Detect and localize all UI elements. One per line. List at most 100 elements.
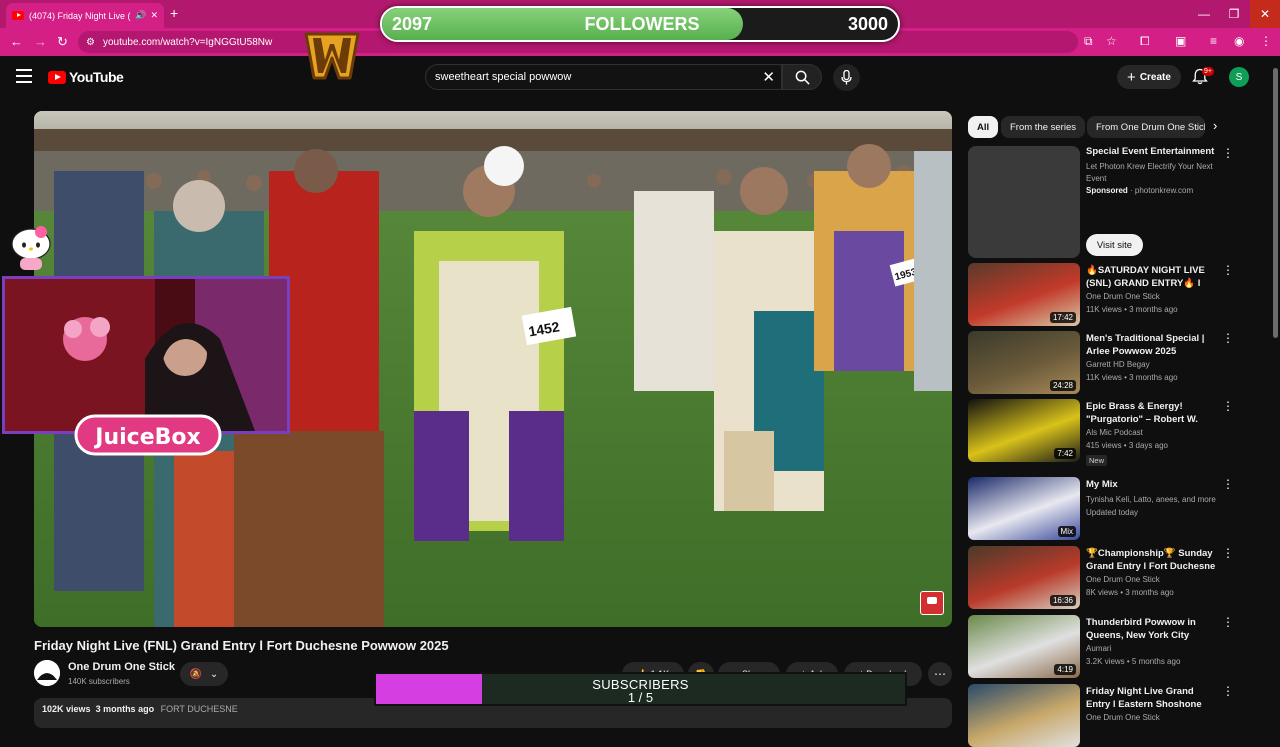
rec-channel[interactable]: One Drum One Stick <box>1086 713 1160 722</box>
rec-title[interactable]: Men's Traditional Special | Arlee Powwow… <box>1086 332 1220 358</box>
juicebox-logo: JuiceBox <box>74 414 222 456</box>
search-button[interactable] <box>782 64 822 90</box>
ad-title[interactable]: Special Event Entertainment <box>1086 146 1214 157</box>
rec-thumbnail[interactable]: 24:28 <box>968 331 1080 394</box>
rec-thumbnail[interactable] <box>968 684 1080 747</box>
rec-channel[interactable]: One Drum One Stick <box>1086 575 1160 584</box>
rec-title[interactable]: Friday Night Live Grand Entry l Eastern … <box>1086 685 1220 711</box>
account-avatar[interactable]: S <box>1229 67 1249 87</box>
streamer-webcam <box>2 276 290 434</box>
restore-icon[interactable]: ❐ <box>1219 0 1249 28</box>
rec-menu-icon[interactable]: ⋮ <box>1222 615 1234 629</box>
rec-stats: 3.2K views • 5 months ago <box>1086 657 1181 666</box>
rec-channel[interactable]: Als Mic Podcast <box>1086 428 1143 437</box>
extensions-icon[interactable]: ⧠ <box>1140 34 1150 49</box>
browser-tab[interactable]: (4074) Friday Night Live (FNL) G 🔊 ✕ <box>6 3 164 28</box>
rec-menu-icon[interactable]: ⋮ <box>1222 331 1234 345</box>
notification-count-badge: 9+ <box>1202 67 1214 76</box>
rec-menu-icon[interactable]: ⋮ <box>1222 263 1234 277</box>
tab-title: (4074) Friday Night Live (FNL) G <box>29 10 131 21</box>
followers-goal-bar: 2097 FOLLOWERS 3000 <box>380 6 900 42</box>
rec-channel[interactable]: Aumari <box>1086 644 1111 653</box>
rec-title[interactable]: 🏆Championship🏆 Sunday Grand Entry l Fort… <box>1086 547 1220 573</box>
menu-icon[interactable] <box>16 69 32 87</box>
media-controls-icon[interactable]: ≡ <box>1210 34 1217 48</box>
rec-title[interactable]: My Mix <box>1086 478 1220 491</box>
rec-title[interactable]: 🔥SATURDAY NIGHT LIVE (SNL) GRAND ENTRY🔥 … <box>1086 264 1220 290</box>
followers-label: FOLLOWERS <box>584 14 700 34</box>
rec-thumbnail[interactable]: Mix <box>968 477 1080 540</box>
youtube-header: YouTube sweetheart special powwow ✕ + Cr… <box>0 56 1270 100</box>
ad-menu-icon[interactable]: ⋮ <box>1222 146 1234 160</box>
rec-thumbnail[interactable]: 7:42 <box>968 399 1080 462</box>
chevron-down-icon: ⌄ <box>209 668 219 680</box>
subscribers-goal-bar: SUBSCRIBERS 1 / 5 <box>374 672 907 706</box>
ad-thumbnail[interactable] <box>968 146 1080 258</box>
channel-watermark-icon[interactable] <box>920 591 944 615</box>
rec-menu-icon[interactable]: ⋮ <box>1222 477 1234 491</box>
rec-thumbnail[interactable]: 4:19 <box>968 615 1080 678</box>
rec-channel[interactable]: One Drum One Stick <box>1086 292 1160 301</box>
page-scrollbar[interactable] <box>1271 56 1280 720</box>
chip-all[interactable]: All <box>968 116 999 138</box>
new-badge: New <box>1086 455 1108 466</box>
new-tab-icon[interactable]: + <box>170 5 178 21</box>
youtube-favicon-icon <box>12 11 24 20</box>
rec-title[interactable]: Thunderbird Powwow in Queens, New York C… <box>1086 616 1220 642</box>
subscribers-count: 1 / 5 <box>627 690 654 705</box>
upload-age: 3 months ago <box>95 704 155 714</box>
rec-menu-icon[interactable]: ⋮ <box>1222 546 1234 560</box>
video-title: Friday Night Live (FNL) Grand Entry l Fo… <box>34 638 449 653</box>
chevron-right-icon[interactable]: › <box>1213 118 1217 133</box>
speaker-icon[interactable]: 🔊 <box>135 10 146 21</box>
forward-icon[interactable]: → <box>34 34 47 49</box>
rec-duration: 7:42 <box>1054 448 1076 459</box>
browser-menu-icon[interactable]: ⋮ <box>1260 34 1272 48</box>
rec-thumbnail[interactable]: 17:42 <box>968 263 1080 326</box>
profile-icon[interactable]: ◉ <box>1234 34 1244 48</box>
plus-icon: + <box>1127 68 1136 86</box>
rec-channel[interactable]: Garrett HD Begay <box>1086 360 1150 369</box>
close-tab-icon[interactable]: ✕ <box>150 10 158 21</box>
channel-name[interactable]: One Drum One Stick <box>68 661 175 673</box>
hashtag-link[interactable]: FORT DUCHESNE <box>161 704 238 714</box>
site-info-icon[interactable]: ⚙ <box>86 37 95 48</box>
rec-duration: 24:28 <box>1049 380 1076 391</box>
ad-meta: Sponsored · photonkrew.com <box>1086 186 1194 195</box>
channel-subscriber-count: 140K subscribers <box>68 677 130 686</box>
reload-icon[interactable]: ↻ <box>57 34 68 50</box>
cast-icon[interactable]: ⧉ <box>1084 34 1093 49</box>
rec-title[interactable]: Epic Brass & Energy! "Purgatorio" – Robe… <box>1086 400 1220 426</box>
rec-stats: 11K views • 3 months ago <box>1086 373 1178 382</box>
channel-avatar[interactable] <box>34 660 60 686</box>
more-actions-icon[interactable]: ⋯ <box>928 662 952 686</box>
search-input[interactable]: sweetheart special powwow ✕ <box>425 64 782 90</box>
voice-search-button[interactable] <box>833 64 860 91</box>
chip-from-channel[interactable]: From One Drum One Stick <box>1087 116 1205 138</box>
search-query: sweetheart special powwow <box>435 71 572 83</box>
rec-menu-icon[interactable]: ⋮ <box>1222 399 1234 413</box>
create-button[interactable]: + Create <box>1117 65 1181 89</box>
bookmark-star-icon[interactable]: ☆ <box>1106 34 1117 48</box>
back-icon[interactable]: ← <box>10 34 23 49</box>
minimize-icon[interactable]: — <box>1189 0 1219 28</box>
youtube-logo[interactable]: YouTube <box>48 69 124 85</box>
webcam-feed <box>5 279 287 431</box>
view-count: 102K views <box>42 704 91 714</box>
ad-domain: photonkrew.com <box>1134 186 1194 195</box>
rec-channel[interactable]: Tynisha Keli, Latto, anees, and more <box>1086 495 1216 504</box>
clear-search-icon[interactable]: ✕ <box>762 68 775 86</box>
followers-current: 2097 <box>392 14 433 34</box>
juicebox-logo-text: JuiceBox <box>93 425 200 450</box>
split-view-icon[interactable]: ▣ <box>1175 34 1186 48</box>
rec-stats: 11K views • 3 months ago <box>1086 305 1178 314</box>
url-text: youtube.com/watch?v=IgNGGtU58Nw <box>102 36 273 48</box>
subscribed-notifications-button[interactable]: 🔕 ⌄ <box>180 662 228 686</box>
chip-from-the-series[interactable]: From the series <box>1001 116 1085 138</box>
visit-site-button[interactable]: Visit site <box>1086 234 1143 256</box>
rec-menu-icon[interactable]: ⋮ <box>1222 684 1234 698</box>
rec-duration: Mix <box>1057 526 1076 537</box>
rec-stats: Updated today <box>1086 508 1139 517</box>
close-window-icon[interactable]: ✕ <box>1250 0 1280 28</box>
rec-thumbnail[interactable]: 16:36 <box>968 546 1080 609</box>
